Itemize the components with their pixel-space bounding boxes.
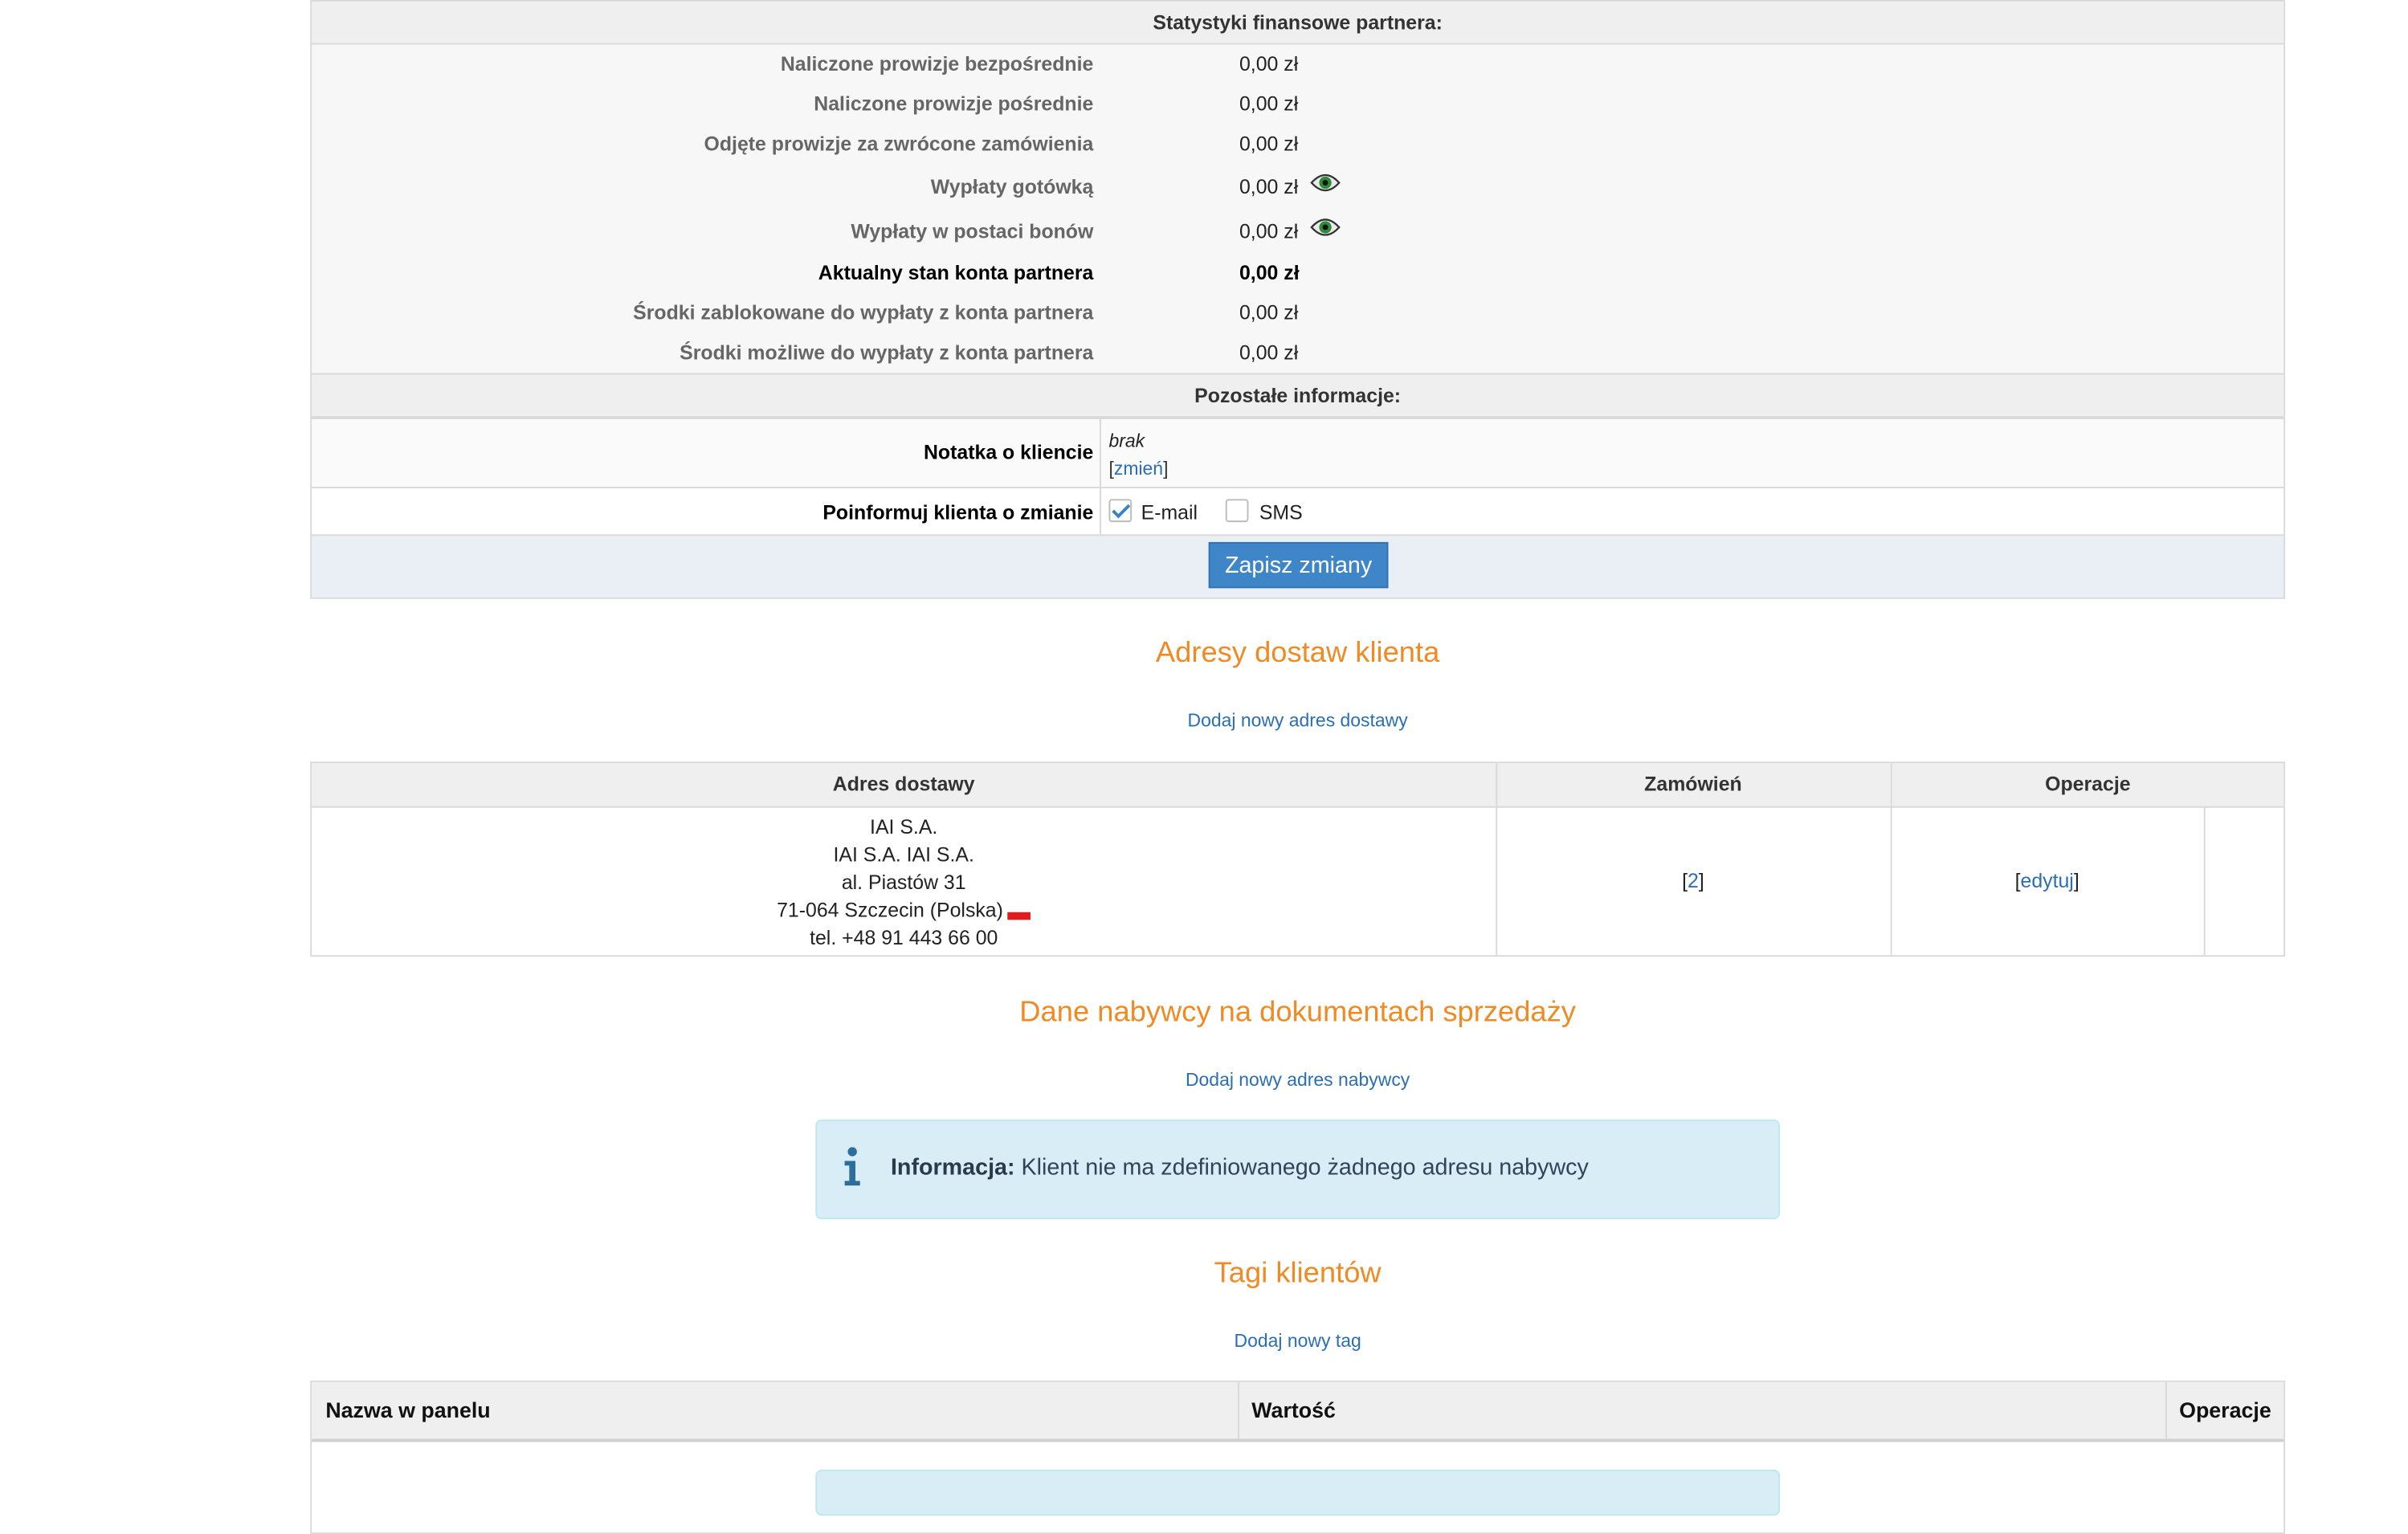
- orders-count-link[interactable]: 2: [1688, 869, 1699, 892]
- edit-address-link[interactable]: edytuj: [2021, 869, 2074, 892]
- add-tag-link[interactable]: Dodaj nowy tag: [1235, 1330, 1361, 1352]
- column-header: Adres dostawy: [832, 772, 975, 796]
- divider: [1890, 763, 1892, 956]
- divider: [2165, 1381, 2167, 1439]
- stat-value-with-eye: 0,00 zł: [1239, 209, 1341, 253]
- finance-header: Statystyki finansowe partnera:: [312, 1, 2284, 45]
- stat-value: 0,00 zł: [1239, 174, 1299, 198]
- stat-label: Odjęte prowizje za zwrócone zamówienia: [704, 132, 1094, 156]
- address-line: IAI S.A.: [870, 815, 938, 838]
- address-line-with-flag: 71-064 Szczecin (Polska): [312, 897, 1496, 924]
- stat-label: Naliczone prowizje pośrednie: [814, 92, 1094, 116]
- stat-row: Środki zablokowane do wypłaty z konta pa…: [312, 293, 2284, 333]
- info-alert: Informacja: Klient nie ma zdefiniowanego…: [815, 1119, 1781, 1220]
- divider: [1238, 1381, 1239, 1439]
- table-header: Nazwa w panelu Wartość Operacje: [312, 1381, 2284, 1442]
- stat-value: 0,00 zł: [1239, 219, 1299, 243]
- email-label: E-mail: [1141, 500, 1198, 524]
- info-label: Informacja:: [890, 1154, 1015, 1181]
- partner-panel: Statystyki finansowe partnera: Naliczone…: [310, 0, 2286, 599]
- note-label: Notatka o kliencie: [923, 440, 1094, 464]
- change-note-link[interactable]: zmień: [1114, 458, 1163, 479]
- stat-row: Środki możliwe do wypłaty z konta partne…: [312, 333, 2284, 373]
- stat-value-with-eye: 0,00 zł: [1239, 165, 1341, 209]
- info-message: Informacja: Klient nie ma zdefiniowanego…: [891, 1155, 1589, 1181]
- buyer-data-title: Dane nabywcy na dokumentach sprzedaży: [1019, 996, 1576, 1030]
- notify-row: Poinformuj klienta o zmianie E-mail SMS: [312, 487, 2284, 535]
- add-delivery-address-link-wrap: Dodaj nowy adres dostawy: [0, 709, 2408, 731]
- other-info-header: Pozostałe informacje:: [312, 373, 2284, 418]
- tags-info-alert: [815, 1469, 1781, 1516]
- delivery-addresses-title: Adresy dostaw klienta: [1155, 637, 1440, 670]
- stat-value: 0,00 zł: [1239, 132, 1299, 156]
- info-icon: [844, 1147, 860, 1186]
- stat-row: Wypłaty w postaci bonów 0,00 zł: [312, 209, 2284, 253]
- eye-icon[interactable]: [1310, 208, 1341, 252]
- stat-label: Środki zablokowane do wypłaty z konta pa…: [633, 300, 1094, 324]
- stat-row: Wypłaty gotówką 0,00 zł: [312, 165, 2284, 209]
- operations-cell: [edytuj]: [2014, 869, 2079, 892]
- column-header: Zamówień: [1644, 772, 1742, 796]
- stat-label: Wypłaty gotówką: [930, 174, 1094, 198]
- client-tags-title: Tagi klientów: [1214, 1257, 1382, 1291]
- save-row: Zapisz zmiany: [312, 534, 2284, 598]
- stat-label: Wypłaty w postaci bonów: [851, 219, 1094, 243]
- notify-label: Poinformuj klienta o zmianie: [822, 500, 1094, 524]
- eye-icon[interactable]: [1310, 164, 1341, 208]
- stat-value: 0,00 zł: [1239, 341, 1299, 365]
- address-line: tel. +48 91 443 66 00: [810, 925, 998, 949]
- stat-value: 0,00 zł: [1239, 261, 1300, 284]
- divider: [1099, 488, 1101, 535]
- add-delivery-address-link[interactable]: Dodaj nowy adres dostawy: [1188, 709, 1408, 731]
- stat-row-balance: Aktualny stan konta partnera 0,00 zł: [312, 253, 2284, 293]
- orders-cell: [2]: [1682, 869, 1704, 892]
- sms-label: SMS: [1259, 500, 1303, 524]
- divider: [1099, 418, 1101, 488]
- column-header: Operacje: [2179, 1397, 2271, 1422]
- stat-label: Naliczone prowizje bezpośrednie: [780, 52, 1094, 75]
- note-row: Notatka o kliencie brak [zmień]: [312, 418, 2284, 488]
- address-line: IAI S.A. IAI S.A.: [833, 842, 974, 867]
- address-line: 71-064 Szczecin (Polska): [777, 898, 1003, 922]
- divider: [2203, 806, 2206, 956]
- address-line: al. Piastów 31: [841, 871, 966, 894]
- info-text: Klient nie ma zdefiniowanego żadnego adr…: [1021, 1154, 1589, 1181]
- table-header: Adres dostawy Zamówień Operacje: [312, 763, 2284, 808]
- stat-label: Aktualny stan konta partnera: [818, 261, 1094, 284]
- stat-row: Naliczone prowizje pośrednie 0,00 zł: [312, 84, 2284, 124]
- stat-value: 0,00 zł: [1239, 300, 1299, 324]
- column-header: Operacje: [2045, 772, 2131, 796]
- add-buyer-address-link-wrap: Dodaj nowy adres nabywcy: [0, 1069, 2408, 1091]
- note-text: brak: [1108, 430, 1145, 452]
- save-changes-button[interactable]: Zapisz zmiany: [1208, 541, 1389, 589]
- address-cell: IAI S.A. IAI S.A. IAI S.A. al. Piastów 3…: [312, 814, 1496, 952]
- delivery-address-table: Adres dostawy Zamówień Operacje IAI S.A.…: [310, 761, 2286, 957]
- stat-value: 0,00 zł: [1239, 92, 1299, 116]
- divider: [1496, 763, 1498, 956]
- poland-flag-icon: [1007, 912, 1031, 920]
- add-buyer-address-link[interactable]: Dodaj nowy adres nabywcy: [1186, 1069, 1410, 1091]
- stat-value: 0,00 zł: [1239, 52, 1299, 75]
- column-header: Nazwa w panelu: [325, 1397, 491, 1422]
- stat-row: Naliczone prowizje bezpośrednie 0,00 zł: [312, 44, 2284, 84]
- stat-row: Odjęte prowizje za zwrócone zamówienia 0…: [312, 124, 2284, 165]
- column-header: Wartość: [1251, 1397, 1336, 1422]
- stat-label: Środki możliwe do wypłaty z konta partne…: [680, 341, 1094, 365]
- note-value: brak [zmień]: [1108, 430, 1169, 479]
- email-checkbox[interactable]: [1108, 499, 1133, 523]
- add-tag-link-wrap: Dodaj nowy tag: [0, 1330, 2408, 1352]
- sms-checkbox[interactable]: [1225, 499, 1249, 523]
